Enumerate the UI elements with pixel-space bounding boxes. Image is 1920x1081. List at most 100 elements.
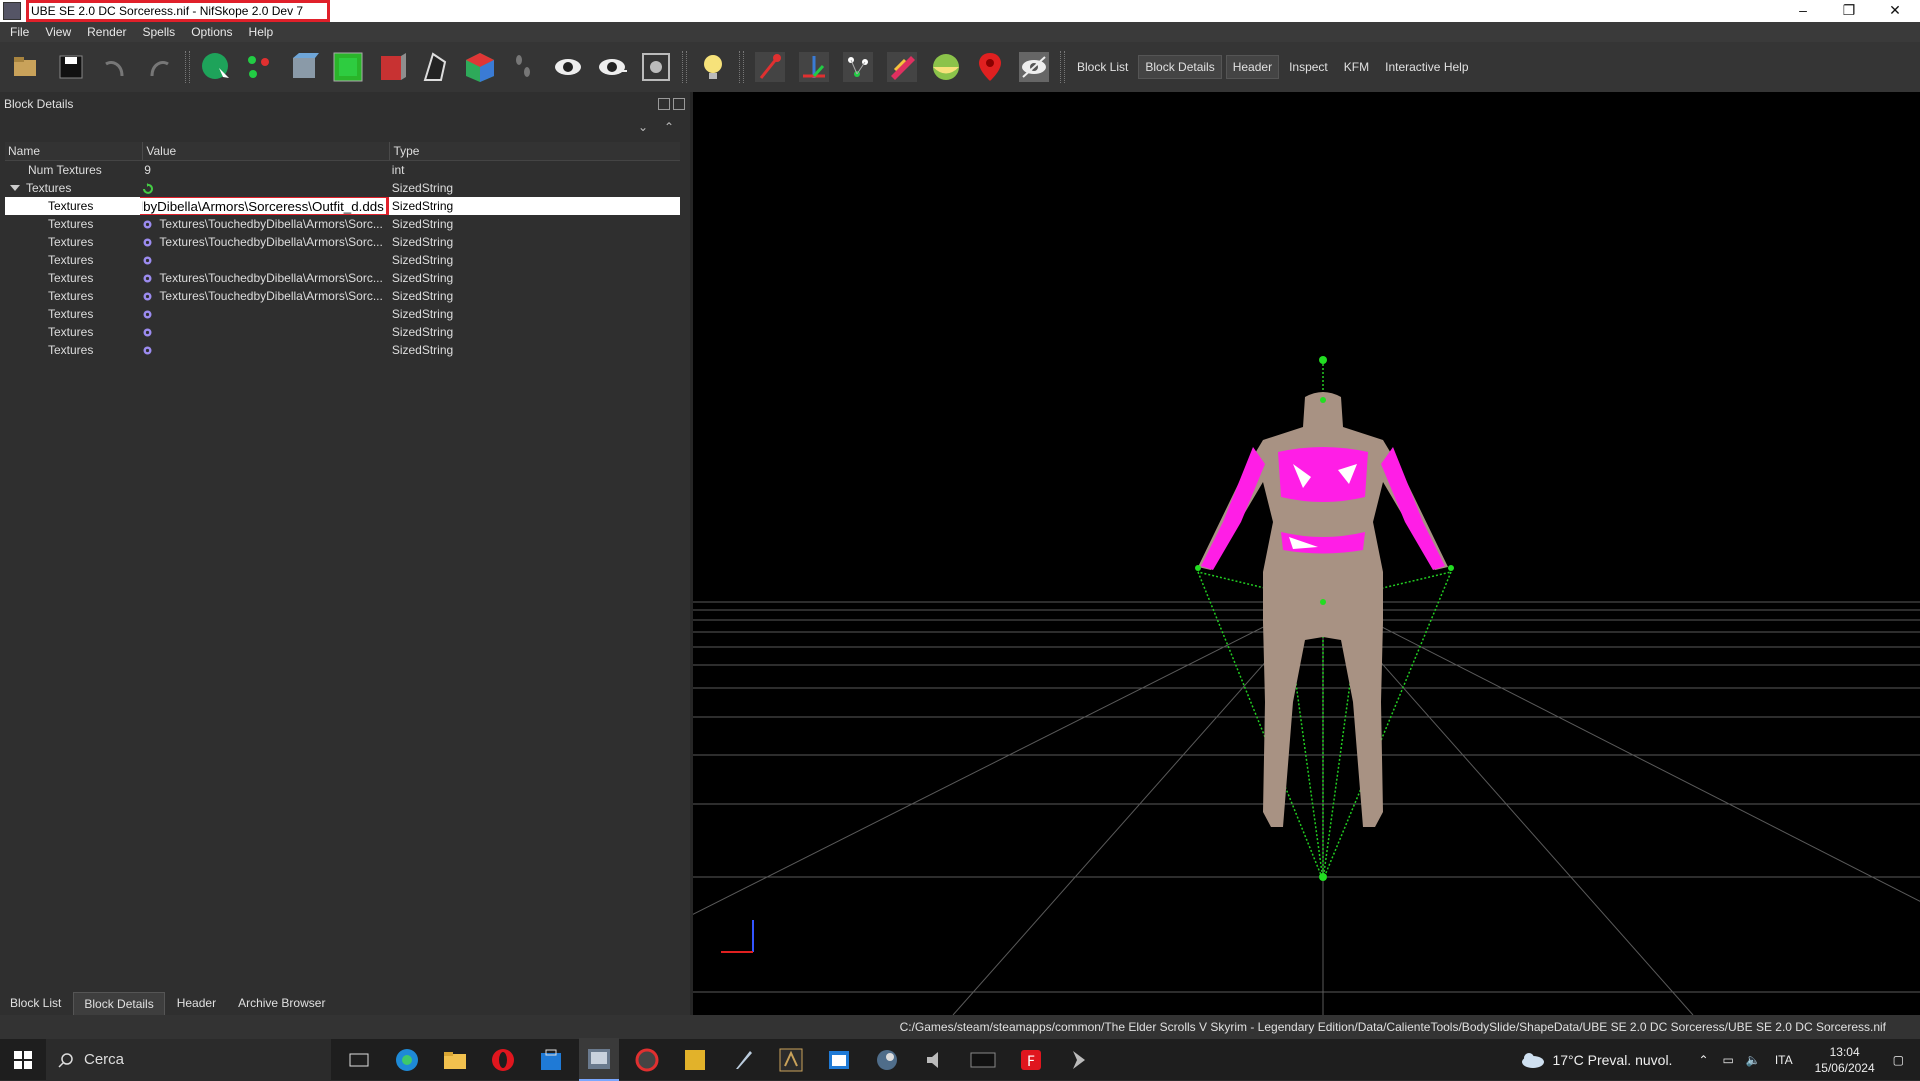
expand-all-icon[interactable]: ⌃ [664,120,674,134]
table-row[interactable]: Textures SizedString [5,341,680,359]
texture-path-input[interactable] [140,197,389,215]
table-row[interactable]: Textures SizedString [5,179,680,197]
tray-network-icon[interactable]: ▭ [1723,1053,1734,1067]
toolbar-interactive-help[interactable]: Interactive Help [1379,56,1474,78]
toolbar-grip[interactable] [1060,51,1065,83]
app-icon-window[interactable] [819,1039,859,1080]
show-skeleton-icon[interactable] [839,48,877,86]
task-view-icon[interactable] [339,1039,379,1080]
expand-arrow-icon[interactable] [10,185,20,191]
nifskope-taskbar-icon[interactable] [579,1038,619,1081]
view-top-icon[interactable] [285,48,323,86]
menu-spells[interactable]: Spells [143,25,176,39]
clock[interactable]: 13:04 15/06/2024 [1815,1044,1875,1076]
select-object-icon[interactable] [197,48,235,86]
opera-icon[interactable] [483,1039,523,1080]
menu-options[interactable]: Options [191,25,232,39]
toolbar-grip[interactable] [682,51,687,83]
maximize-button[interactable]: ❐ [1826,0,1872,22]
app-icon-audio[interactable] [915,1039,955,1080]
view-user-icon[interactable] [461,48,499,86]
app-icon-yellow[interactable] [675,1039,715,1080]
app-icon-f[interactable]: F [1011,1039,1051,1080]
taskbar-search[interactable]: Cerca [46,1039,331,1080]
col-value[interactable]: Value [143,142,391,160]
row-type: SizedString [391,235,454,249]
tray-overflow-icon[interactable]: ⌃ [1698,1053,1708,1067]
windows-start-icon[interactable] [0,1039,46,1080]
refresh-icon[interactable] [142,182,154,194]
table-row[interactable]: Textures SizedString [5,305,680,323]
dock-close-icon[interactable] [673,98,685,110]
tab-block-list[interactable]: Block List [0,992,71,1014]
show-nodes-icon[interactable] [795,48,833,86]
table-row[interactable]: Textures Textures\TouchedbyDibella\Armor… [5,215,680,233]
show-axes-icon[interactable] [751,48,789,86]
menu-file[interactable]: File [10,25,29,39]
table-row[interactable]: Textures SizedString [5,251,680,269]
redo-icon[interactable] [140,48,178,86]
table-row[interactable]: Textures Textures\TouchedbyDibella\Armor… [5,269,680,287]
toolbar-kfm[interactable]: KFM [1338,56,1375,78]
toolbar-grip[interactable] [185,51,190,83]
table-row[interactable]: Textures Textures\TouchedbyDibella\Armor… [5,233,680,251]
minimize-button[interactable]: – [1780,0,1826,22]
status-bar: C:/Games/steam/steamapps/common/The Elde… [0,1015,1920,1039]
toolbar-block-details[interactable]: Block Details [1138,55,1222,79]
eye-icon[interactable] [549,48,587,86]
collapse-all-icon[interactable]: ⌄ [638,120,648,134]
table-row[interactable]: Textures Textures\TouchedbyDibella\Armor… [5,287,680,305]
tray-volume-icon[interactable]: 🔈 [1746,1053,1761,1067]
save-icon[interactable] [52,48,90,86]
menu-view[interactable]: View [45,25,71,39]
col-type[interactable]: Type [390,142,680,160]
app-icon-red-gear[interactable] [627,1039,667,1080]
toolbar-inspect[interactable]: Inspect [1283,56,1334,78]
app-icon-game[interactable] [963,1039,1003,1080]
menu-render[interactable]: Render [87,25,126,39]
undo-icon[interactable] [96,48,134,86]
table-row[interactable]: Num Textures 9 int [5,161,680,179]
menu-help[interactable]: Help [249,25,274,39]
notifications-icon[interactable]: ▢ [1893,1053,1904,1067]
row-name: Textures [26,181,72,195]
screenshot-icon[interactable] [637,48,675,86]
view-side-icon[interactable] [373,48,411,86]
close-button[interactable]: ✕ [1872,0,1918,22]
tab-archive-browser[interactable]: Archive Browser [228,992,335,1014]
render-viewport[interactable] [693,92,1920,1015]
weather-widget[interactable]: 17°C Preval. nuvol. [1520,1051,1672,1069]
open-file-icon[interactable] [8,48,46,86]
app-icon-quill[interactable] [723,1039,763,1080]
row-name: Textures [48,235,94,249]
lighting-icon[interactable] [694,48,732,86]
app-icon-creation-kit[interactable] [771,1039,811,1080]
dock-float-icon[interactable] [658,98,670,110]
store-icon[interactable] [531,1039,571,1080]
view-walk-icon[interactable] [417,48,455,86]
app-icon-arrow[interactable] [1059,1039,1099,1080]
show-havok-icon[interactable] [883,48,921,86]
tab-header[interactable]: Header [167,992,226,1014]
col-name[interactable]: Name [5,142,144,160]
clock-time: 13:04 [1829,1044,1860,1059]
footprints-icon[interactable] [505,48,543,86]
toolbar-grip[interactable] [739,51,744,83]
hidden-toggle-icon[interactable] [1015,48,1053,86]
file-explorer-icon[interactable] [435,1039,475,1080]
toolbar-block-list[interactable]: Block List [1071,56,1134,78]
row-name: Textures [48,343,94,357]
tab-block-details[interactable]: Block Details [73,991,165,1015]
show-markers-icon[interactable] [971,48,1009,86]
app-icon-steam[interactable] [867,1039,907,1080]
show-constraints-icon[interactable] [927,48,965,86]
table-row[interactable]: Textures SizedString [5,323,680,341]
edge-icon[interactable] [387,1039,427,1080]
eye-plus-icon[interactable] [593,48,631,86]
select-vertex-icon[interactable] [241,48,279,86]
table-row-selected[interactable]: Textures SizedString [5,197,680,215]
view-front-icon[interactable] [329,48,367,86]
tray-language[interactable]: ITA [1775,1053,1793,1067]
toolbar-header[interactable]: Header [1225,55,1280,79]
row-type: SizedString [391,181,454,195]
